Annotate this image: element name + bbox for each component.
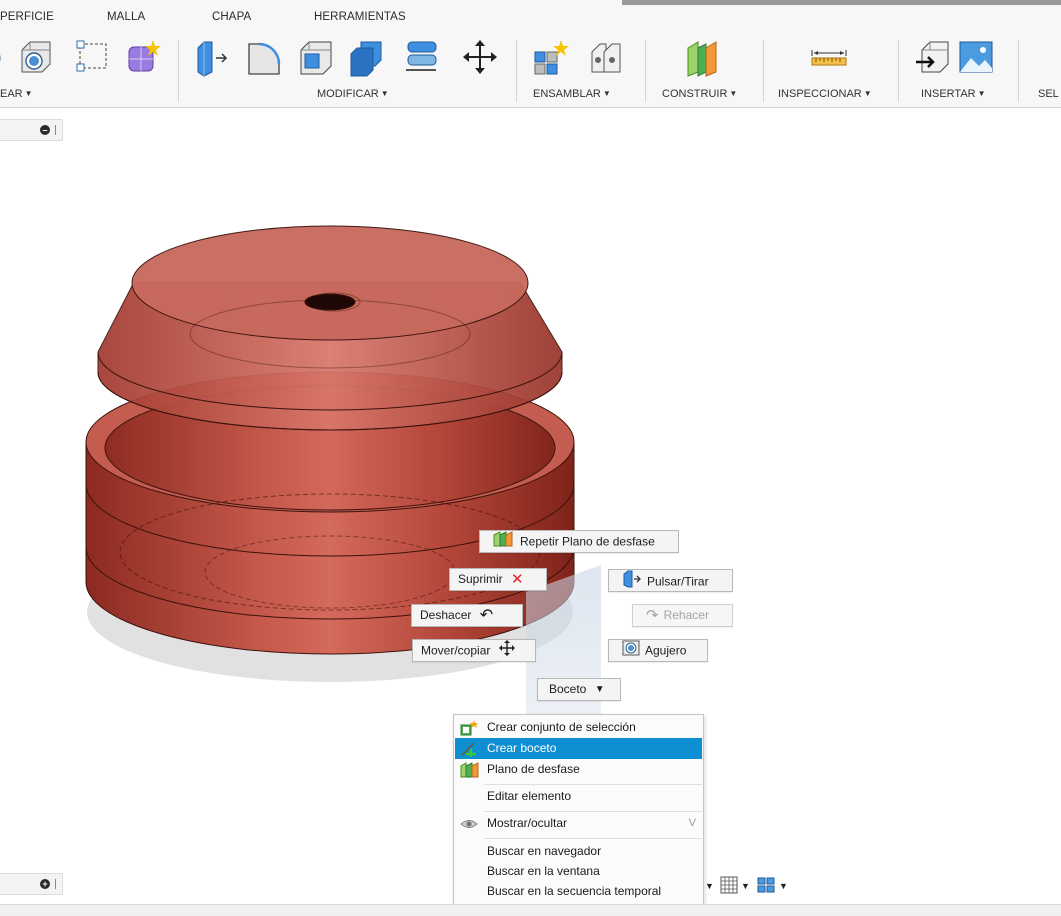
combine-icon[interactable]: [347, 38, 385, 78]
offset-face-icon[interactable]: [402, 38, 440, 78]
delete-button[interactable]: Suprimir ✕: [449, 568, 547, 591]
group-inspeccionar[interactable]: INSPECCIONAR ▼: [778, 88, 872, 100]
insert-derive-icon[interactable]: [914, 38, 952, 78]
expand-icon[interactable]: +: [40, 879, 50, 889]
hole-label: Agujero: [645, 643, 687, 658]
toolbar-separator: [645, 40, 646, 102]
panel-handle: [55, 125, 56, 135]
move-copy-label: Mover/copiar: [421, 643, 491, 658]
undo-button[interactable]: Deshacer ↶: [411, 604, 523, 627]
redo-label: Rehacer: [663, 608, 709, 622]
tab-chapa[interactable]: CHAPA: [212, 11, 251, 23]
toolbar-separator: [516, 40, 517, 102]
sketch-label: Boceto: [549, 682, 587, 696]
offset-plane-icon[interactable]: [684, 38, 722, 78]
offset-plane-icon: [460, 762, 479, 778]
group-construir[interactable]: CONSTRUIR ▼: [662, 88, 737, 100]
ctx-edit-feature[interactable]: Editar elemento: [455, 786, 702, 807]
press-pull-button[interactable]: Pulsar/Tirar: [608, 569, 733, 592]
sketch-dropdown-button[interactable]: Boceto ▼: [537, 678, 621, 701]
viewports-icon[interactable]: [757, 876, 775, 894]
undo-icon: ↶: [479, 607, 494, 625]
toolbar-separator: [1018, 40, 1019, 102]
toolbar-separator: [763, 40, 764, 102]
group-insertar[interactable]: INSERTAR ▼: [921, 88, 986, 100]
grid-icon[interactable]: [720, 876, 738, 894]
redo-icon: ↷: [646, 607, 659, 625]
delete-x-icon: ✕: [511, 571, 524, 589]
ctx-find-in-window[interactable]: Buscar en la ventana: [455, 861, 702, 882]
repeat-label: Repetir Plano de desfase: [520, 534, 655, 549]
joint-icon[interactable]: [586, 38, 624, 78]
press-pull-label: Pulsar/Tirar: [647, 574, 709, 589]
repeat-offset-plane-button[interactable]: Repetir Plano de desfase: [479, 530, 679, 553]
hole-icon: [622, 640, 640, 663]
undo-label: Deshacer: [420, 608, 472, 622]
move-copy-button[interactable]: Mover/copiar: [412, 639, 536, 662]
dropdown-arrow-icon[interactable]: ▼: [705, 881, 714, 899]
menu-separator: [484, 838, 702, 839]
fillet-icon[interactable]: [245, 38, 283, 78]
ctx-find-in-timeline[interactable]: Buscar en la secuencia temporal: [455, 881, 702, 902]
selection-set-icon: [460, 720, 478, 736]
panel-handle: [55, 879, 56, 889]
collapse-icon[interactable]: –: [40, 125, 50, 135]
delete-label: Suprimir: [458, 572, 503, 586]
bottom-bar: [0, 905, 1061, 916]
tab-superficie[interactable]: PERFICIE: [0, 11, 54, 23]
hole-button[interactable]: Agujero: [608, 639, 708, 662]
ctx-show-hide[interactable]: Mostrar/ocultar V: [455, 813, 702, 834]
browser-panel-toggle[interactable]: –: [0, 119, 63, 141]
group-modificar[interactable]: MODIFICAR ▼: [317, 88, 389, 100]
dropdown-arrow-icon[interactable]: ▼: [741, 881, 750, 899]
top-face: [131, 225, 529, 341]
move-copy-icon[interactable]: [461, 38, 499, 78]
measure-icon[interactable]: [810, 38, 848, 78]
redo-button[interactable]: ↷ Rehacer: [632, 604, 733, 627]
ctx-create-selection-set[interactable]: Crear conjunto de selección: [455, 717, 702, 738]
press-pull-icon: [622, 570, 642, 595]
move-copy-icon: [498, 640, 515, 663]
new-component-icon[interactable]: [531, 38, 569, 78]
toolbar-separator: [178, 40, 179, 102]
context-menu: Crear conjunto de selección Crear boceto…: [453, 714, 704, 907]
press-pull-icon[interactable]: [192, 38, 230, 78]
sketch-create-icon: [460, 741, 478, 757]
shell-icon[interactable]: [297, 38, 335, 78]
ctx-offset-plane[interactable]: Plano de desfase: [455, 759, 702, 780]
center-hole: [304, 293, 356, 311]
group-ensamblar[interactable]: ENSAMBLAR ▼: [533, 88, 611, 100]
form-icon[interactable]: [124, 38, 162, 78]
menu-separator: [484, 784, 702, 785]
group-crear[interactable]: EAR ▼: [0, 88, 33, 100]
insert-image-icon[interactable]: [957, 38, 995, 78]
toolbar-top-strip: [622, 0, 1061, 5]
shortcut-hint: V: [688, 817, 696, 829]
tab-herramientas[interactable]: HERRAMIENTAS: [314, 11, 406, 23]
ctx-find-in-browser[interactable]: Buscar en navegador: [455, 841, 702, 862]
tab-malla[interactable]: MALLA: [107, 11, 145, 23]
revolve-icon[interactable]: [0, 38, 10, 78]
offset-plane-icon: [493, 531, 515, 554]
toolbar: PERFICIE MALLA CHAPA HERRAMIENTAS EAR ▼ M…: [0, 0, 1061, 108]
eye-icon: [460, 816, 478, 832]
toolbar-separator: [898, 40, 899, 102]
dropdown-arrow-icon[interactable]: ▼: [779, 881, 788, 899]
dropdown-arrow-icon: ▼: [594, 684, 605, 696]
comments-panel-toggle[interactable]: +: [0, 873, 63, 895]
hole-icon[interactable]: [16, 38, 54, 78]
group-seleccionar[interactable]: SEL: [1038, 88, 1059, 100]
menu-separator: [484, 811, 702, 812]
sketch-rectangle-icon[interactable]: [74, 38, 112, 78]
ctx-create-sketch[interactable]: Crear boceto: [455, 738, 702, 759]
